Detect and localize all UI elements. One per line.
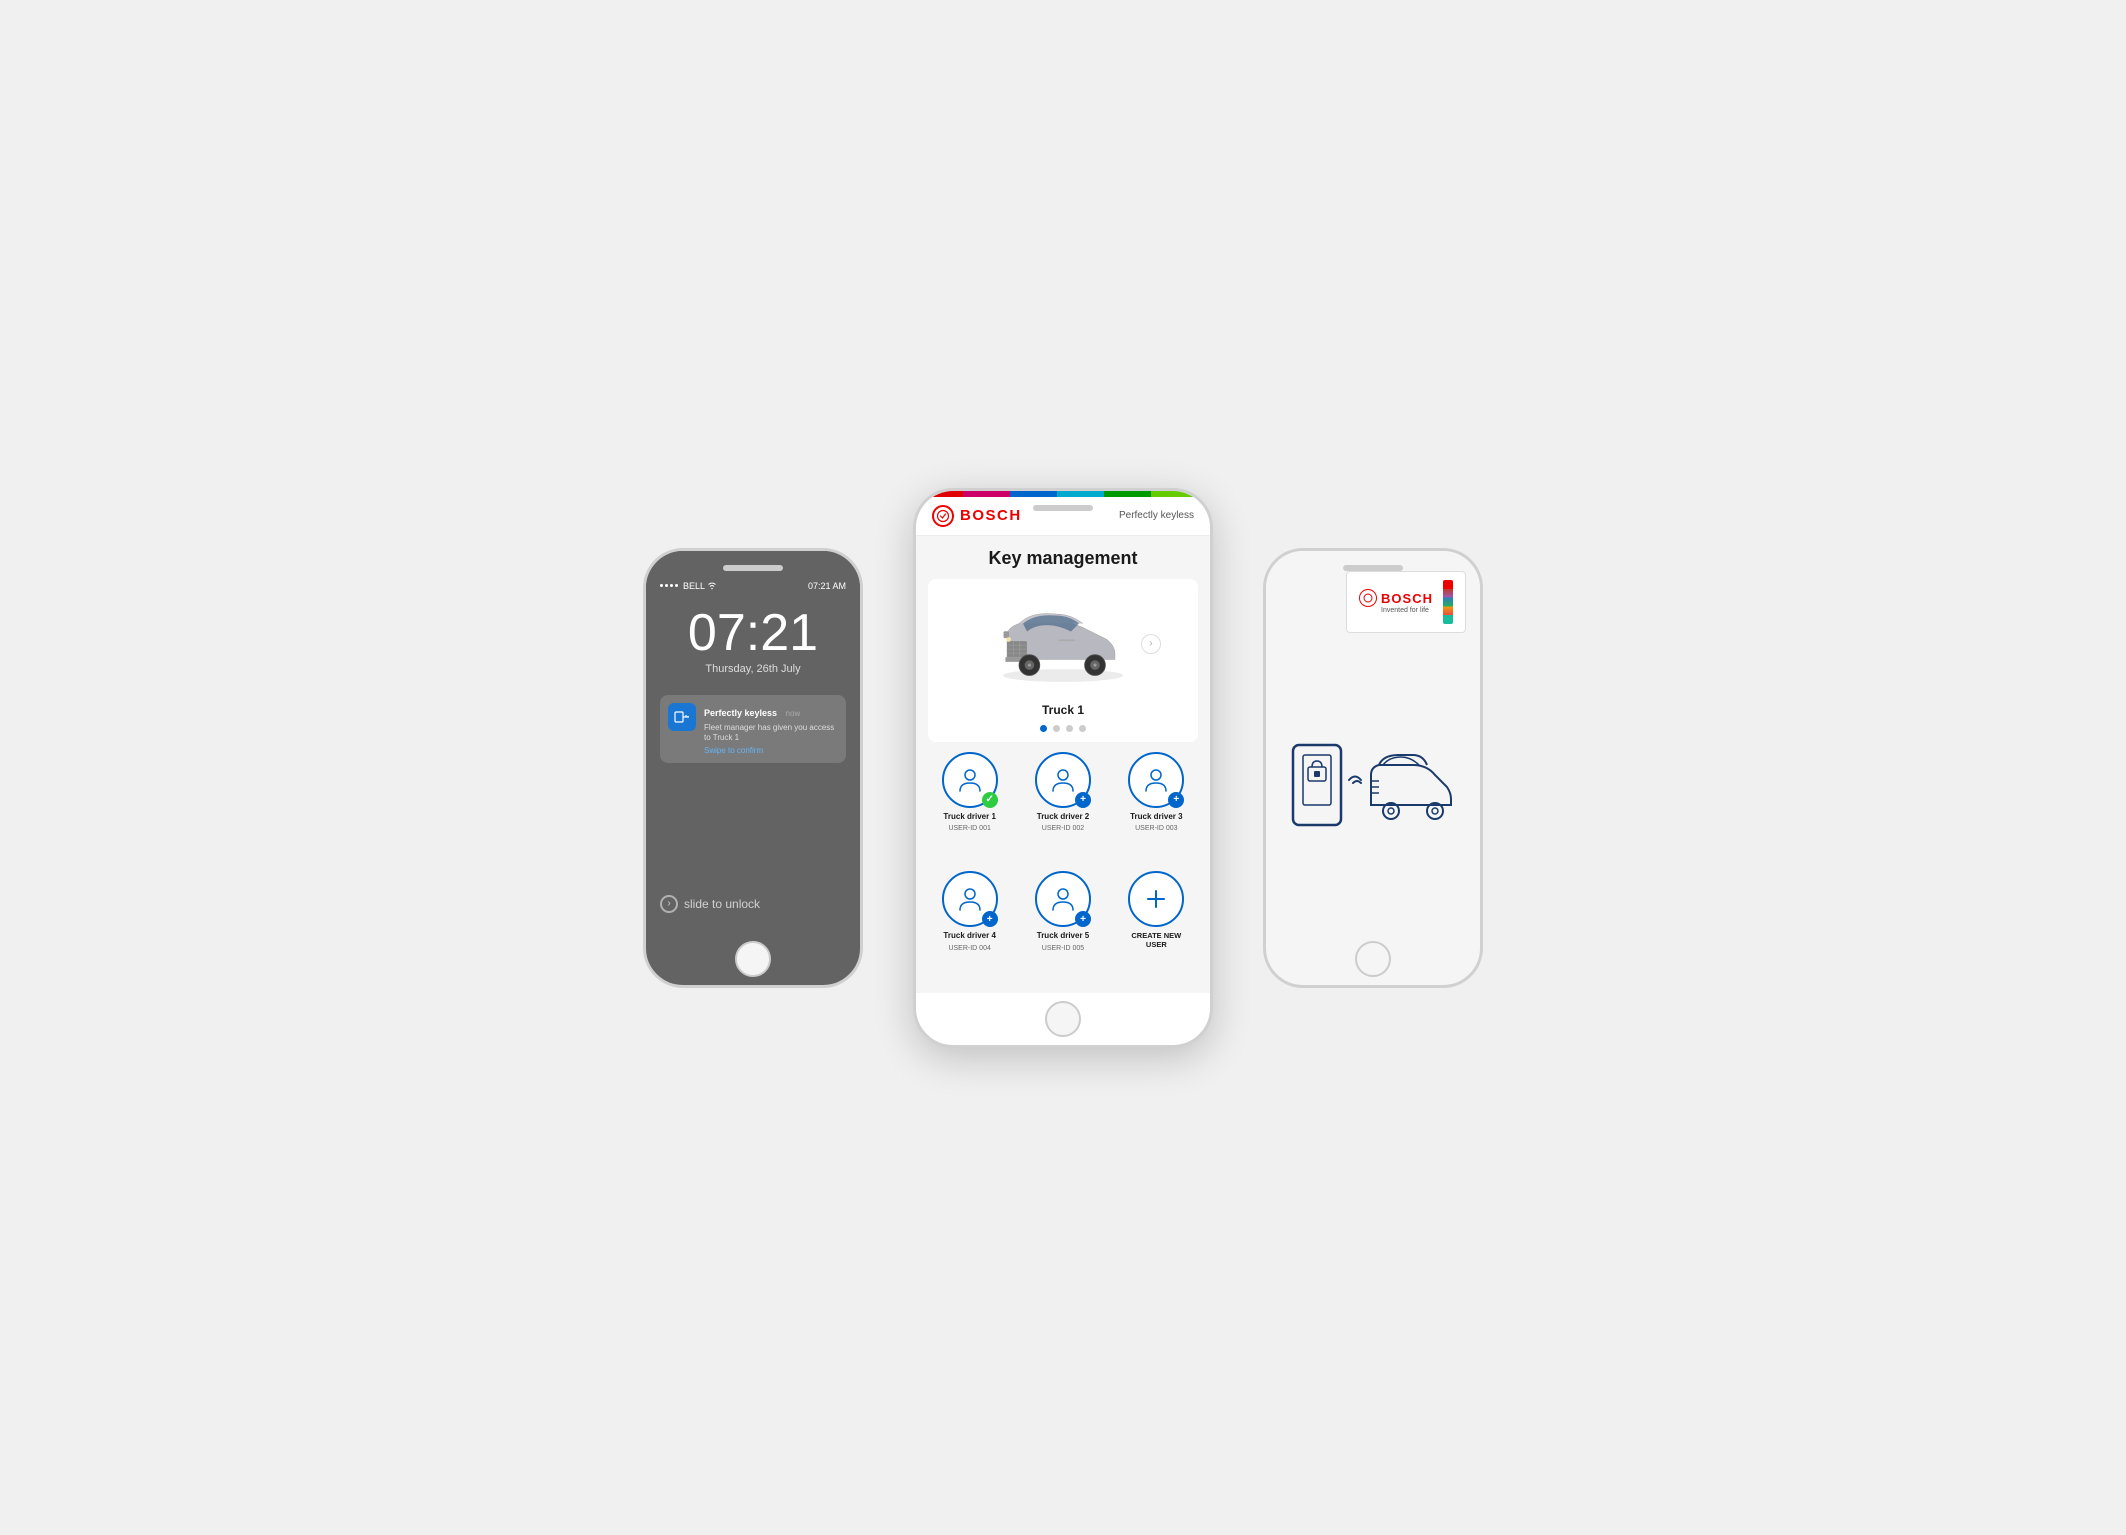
notif-timestamp: now (786, 709, 801, 718)
driver-card-2[interactable]: + Truck driver 2 USER-ID 002 (1021, 752, 1104, 862)
driver-avatar-4: + (942, 871, 998, 927)
driver-avatar-2: + (1035, 752, 1091, 808)
person-icon-5 (1047, 883, 1079, 915)
driver-name-2: Truck driver 2 (1037, 812, 1089, 822)
bosch-right-name: BOSCH (1381, 591, 1433, 606)
bosch-logo-circle (932, 505, 954, 527)
bosch-right-circle (1359, 589, 1377, 607)
notif-content: Perfectly keyless now Fleet manager has … (704, 703, 838, 756)
driver-card-5[interactable]: + Truck driver 5 USER-ID 005 (1021, 871, 1104, 981)
lock-time: 07:21 (660, 607, 846, 659)
dot-2 (1053, 725, 1060, 732)
bosch-logo-right: BOSCH Invented for life (1346, 571, 1466, 633)
create-new-user-card[interactable]: CREATE NEWUSER (1115, 871, 1198, 981)
keyless-icon (673, 710, 691, 724)
driver-card-3[interactable]: + Truck driver 3 USER-ID 003 (1115, 752, 1198, 862)
bosch-brand-name: BOSCH (960, 507, 1022, 524)
home-button-center[interactable] (1045, 1001, 1081, 1037)
bosch-right-icon (1363, 593, 1373, 603)
check-badge-1: ✓ (982, 792, 998, 808)
left-phone: BELL 07:21 AM 07:21 Thursday, 26th July (643, 548, 863, 988)
notif-body: Fleet manager has given you access to Tr… (704, 723, 838, 744)
signal-area: BELL (660, 581, 717, 591)
driver-avatar-5: + (1035, 871, 1091, 927)
notif-title: Perfectly keyless (704, 708, 777, 718)
slide-arrow-icon: › (660, 895, 678, 913)
home-button-right[interactable] (1355, 941, 1391, 977)
slide-unlock-label: slide to unlock (684, 897, 760, 911)
driver-id-1: USER-ID 001 (948, 825, 990, 832)
page-title: Key management (928, 548, 1198, 569)
bosch-circle-icon (936, 509, 950, 523)
home-button-left[interactable] (735, 941, 771, 977)
app-screen: BOSCH Perfectly keyless Key management (916, 491, 1210, 993)
notif-app-icon (668, 703, 696, 731)
create-new-avatar (1128, 871, 1184, 927)
driver-id-2: USER-ID 002 (1042, 825, 1084, 832)
plus-icon (1144, 887, 1168, 911)
bosch-logo: BOSCH (932, 505, 1022, 527)
driver-name-1: Truck driver 1 (943, 812, 995, 822)
person-icon-2 (1047, 764, 1079, 796)
app-body: Key management (916, 536, 1210, 993)
person-icon-4 (954, 883, 986, 915)
app-subtitle: Perfectly keyless (1119, 510, 1194, 521)
plus-badge-4: + (982, 911, 998, 927)
plus-badge-2: + (1075, 792, 1091, 808)
driver-id-5: USER-ID 005 (1042, 945, 1084, 952)
plus-badge-5: + (1075, 911, 1091, 927)
create-new-user-label: CREATE NEWUSER (1131, 931, 1181, 949)
app-header: BOSCH Perfectly keyless (916, 497, 1210, 536)
right-screen: BOSCH Invented for life (1266, 551, 1480, 933)
bosch-right-sub: Invented for life (1381, 607, 1433, 614)
center-phone: BOSCH Perfectly keyless Key management (913, 488, 1213, 1048)
truck-illustration (983, 596, 1143, 691)
truck-label: Truck 1 (1042, 703, 1084, 717)
plus-badge-3: + (1168, 792, 1184, 808)
person-icon-1 (954, 764, 986, 796)
right-phone: BOSCH Invented for life (1263, 548, 1483, 988)
truck-image-area: › (973, 589, 1153, 699)
driver-name-4: Truck driver 4 (943, 931, 995, 941)
bosch-color-stripe (1443, 580, 1453, 624)
wifi-icon (707, 582, 717, 590)
person-icon-3 (1140, 764, 1172, 796)
drivers-grid: ✓ Truck driver 1 USER-ID 001 + (928, 752, 1198, 981)
signal-dots (660, 584, 678, 587)
notification-card: Perfectly keyless now Fleet manager has … (660, 695, 846, 764)
driver-id-3: USER-ID 003 (1135, 825, 1177, 832)
carousel-dots (1040, 725, 1086, 732)
dot-3 (1066, 725, 1073, 732)
notif-swipe[interactable]: Swipe to confirm (704, 746, 838, 755)
scene: BELL 07:21 AM 07:21 Thursday, 26th July (613, 458, 1513, 1078)
carrier-label: BELL (683, 581, 705, 591)
carousel-next-arrow[interactable]: › (1141, 634, 1161, 654)
lock-screen: BELL 07:21 AM 07:21 Thursday, 26th July (646, 551, 860, 933)
slide-unlock[interactable]: › slide to unlock (660, 895, 846, 923)
driver-card-1[interactable]: ✓ Truck driver 1 USER-ID 001 (928, 752, 1011, 862)
driver-name-3: Truck driver 3 (1130, 812, 1182, 822)
dot-4 (1079, 725, 1086, 732)
driver-avatar-1: ✓ (942, 752, 998, 808)
driver-id-4: USER-ID 004 (948, 945, 990, 952)
driver-card-4[interactable]: + Truck driver 4 USER-ID 004 (928, 871, 1011, 981)
illustration-area (1283, 657, 1463, 923)
status-bar: BELL 07:21 AM (660, 581, 846, 591)
dot-1 (1040, 725, 1047, 732)
driver-avatar-3: + (1128, 752, 1184, 808)
driver-name-5: Truck driver 5 (1037, 931, 1089, 941)
keyless-illustration (1283, 725, 1463, 855)
bosch-brand-row: BOSCH (1359, 589, 1433, 607)
status-time: 07:21 AM (808, 581, 846, 591)
lock-date: Thursday, 26th July (660, 663, 846, 675)
truck-carousel: › Truck 1 (928, 579, 1198, 742)
